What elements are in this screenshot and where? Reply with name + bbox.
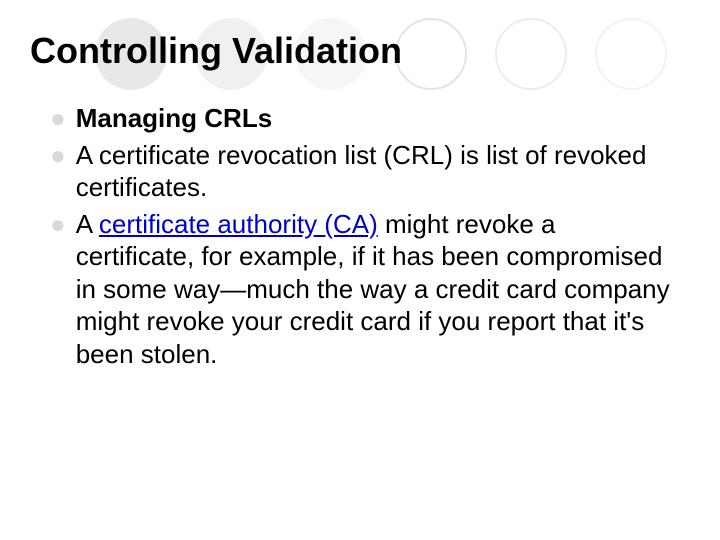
slide-title: Controlling Validation (0, 0, 720, 72)
list-item-text: Managing CRLs (76, 102, 680, 135)
list-item: ● Managing CRLs (50, 102, 680, 135)
certificate-authority-link[interactable]: certificate authority (CA) (99, 209, 378, 239)
bullet-icon: ● (50, 139, 66, 172)
list-item: ● A certificate revocation list (CRL) is… (50, 139, 680, 204)
bold-text: Managing CRLs (76, 103, 272, 133)
slide-content: ● Managing CRLs ● A certificate revocati… (0, 72, 720, 370)
bullet-icon: ● (50, 208, 66, 241)
list-item-text: A certificate authority (CA) might revok… (76, 208, 680, 371)
bullet-icon: ● (50, 102, 66, 135)
text-before-link: A (76, 209, 99, 239)
list-item-text: A certificate revocation list (CRL) is l… (76, 139, 680, 204)
list-item: ● A certificate authority (CA) might rev… (50, 208, 680, 371)
